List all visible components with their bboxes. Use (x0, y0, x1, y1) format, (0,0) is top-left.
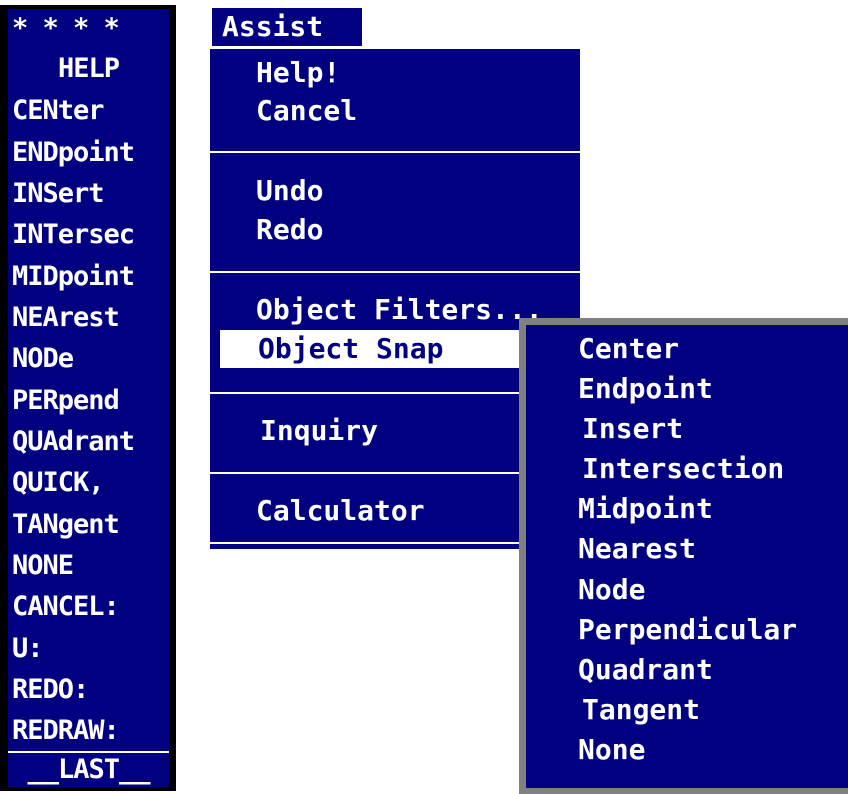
screen-menu-item-center[interactable]: CENter (12, 93, 105, 129)
menu-title-assist[interactable]: Assist (212, 8, 362, 46)
screen-menu-item-none[interactable]: NONE (12, 548, 74, 584)
screen-menu-item-insert[interactable]: INSert (12, 176, 105, 212)
osnap-item-perpendicular[interactable]: Perpendicular (578, 611, 797, 649)
osnap-item-tangent[interactable]: Tangent (582, 691, 700, 729)
screen-menu-item-cancel[interactable]: CANCEL: (12, 589, 120, 625)
screen-menu-item-quick[interactable]: QUICK, (12, 465, 105, 501)
screen-side-menu: * * * * HELP CENter ENDpoint INSert INTe… (0, 5, 176, 791)
osnap-item-insert[interactable]: Insert (582, 410, 683, 448)
osnap-item-midpoint[interactable]: Midpoint (578, 490, 713, 528)
menu-separator (210, 271, 580, 273)
osnap-item-intersection[interactable]: Intersection (582, 450, 784, 488)
osnap-item-node[interactable]: Node (578, 571, 645, 609)
screen-menu-item-nearest[interactable]: NEArest (12, 300, 120, 336)
screen-menu-item-intersec[interactable]: INTersec (12, 217, 135, 253)
screen-menu-item-redo[interactable]: REDO: (12, 672, 89, 708)
menu-item-object-snap[interactable]: Object Snap (220, 330, 530, 368)
screen-menu-header[interactable]: * * * * (12, 11, 120, 47)
screen-menu-item-help[interactable]: HELP (8, 51, 169, 87)
screen-menu-item-midpoint[interactable]: MIDpoint (12, 259, 135, 295)
screen-menu-item-node[interactable]: NODe (12, 341, 74, 377)
menu-item-redo[interactable]: Redo (256, 211, 323, 249)
menu-separator (210, 151, 580, 153)
osnap-item-endpoint[interactable]: Endpoint (578, 370, 713, 408)
screen-side-menu-panel: * * * * HELP CENter ENDpoint INSert INTe… (8, 9, 169, 787)
screen-menu-item-undo[interactable]: U: (12, 631, 44, 667)
screen-menu-item-quadrant[interactable]: QUAdrant (12, 424, 135, 460)
osnap-item-quadrant[interactable]: Quadrant (578, 651, 713, 689)
osnap-item-nearest[interactable]: Nearest (578, 530, 696, 568)
menu-item-undo[interactable]: Undo (256, 172, 323, 210)
osnap-item-none[interactable]: None (578, 731, 645, 769)
menu-item-help[interactable]: Help! (256, 54, 340, 92)
menu-item-cancel[interactable]: Cancel (256, 92, 357, 130)
screen-menu-item-endpoint[interactable]: ENDpoint (12, 135, 135, 171)
osnap-item-center[interactable]: Center (578, 330, 679, 368)
menu-item-calculator[interactable]: Calculator (256, 492, 425, 530)
screen-menu-item-perpend[interactable]: PERpend (12, 383, 120, 419)
screen-menu-item-last[interactable]: __LAST__ (8, 751, 169, 787)
screen-menu-item-redraw[interactable]: REDRAW: (12, 713, 120, 749)
menu-item-object-filters[interactable]: Object Filters... (256, 291, 543, 329)
screen-menu-item-tangent[interactable]: TANgent (12, 507, 120, 543)
menu-item-inquiry[interactable]: Inquiry (260, 412, 378, 450)
object-snap-submenu: Center Endpoint Insert Intersection Midp… (526, 325, 848, 788)
